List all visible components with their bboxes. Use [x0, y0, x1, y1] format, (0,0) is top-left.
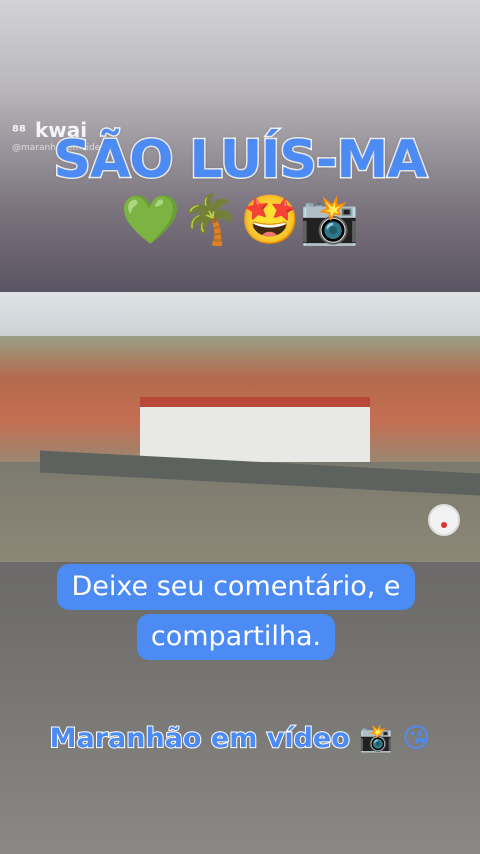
title-emojis: 💚🌴🤩📸 [120, 192, 360, 248]
video-palace [140, 397, 370, 467]
comment-caption: Deixe seu comentário, e compartilha. [30, 564, 442, 660]
footer-text: Maranhão em vídeo [49, 722, 351, 755]
caption-line-1: Deixe seu comentário, e [57, 564, 415, 610]
footer-emojis: 📸 😘 [359, 723, 431, 754]
video-frame[interactable] [0, 292, 480, 562]
page-title: SÃO LUÍS-MA [52, 129, 429, 192]
video-sky [0, 292, 480, 342]
watermark-badge-icon [428, 504, 460, 536]
footer-caption: Maranhão em vídeo 📸 😘 [0, 722, 480, 755]
caption-line-2: compartilha. [136, 614, 336, 660]
